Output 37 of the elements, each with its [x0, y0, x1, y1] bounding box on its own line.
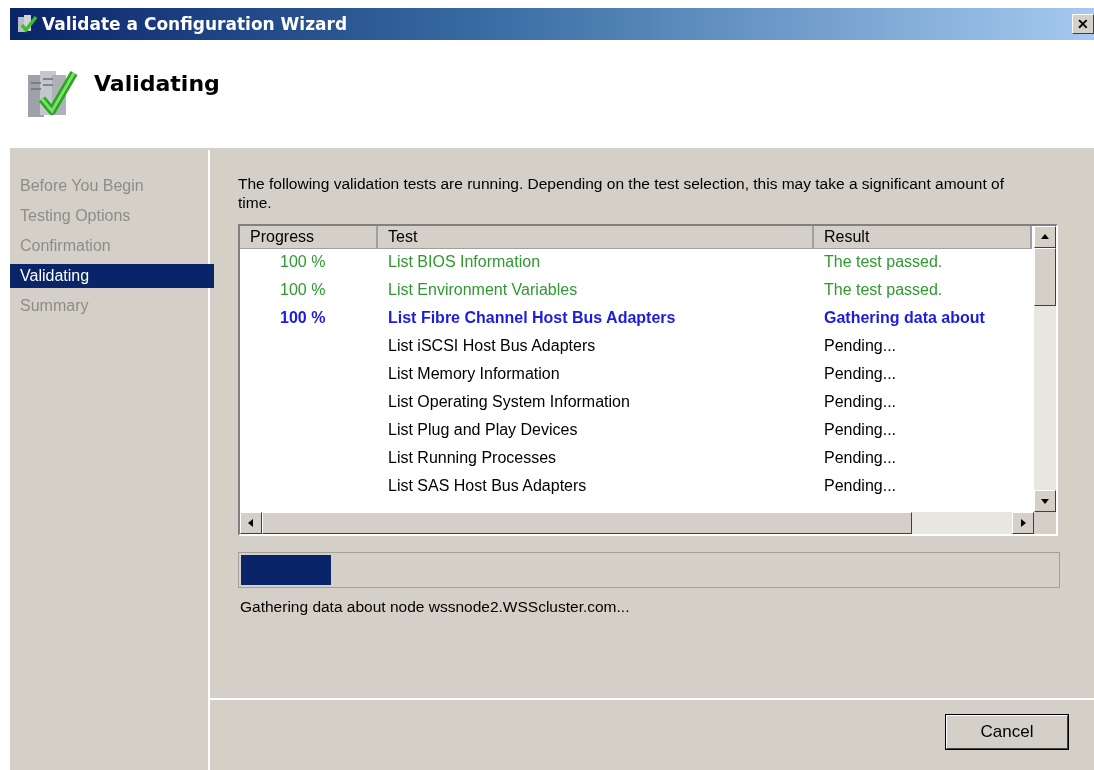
- test-cell-text: List Environment Variables: [387, 281, 579, 299]
- horizontal-scrollbar[interactable]: [240, 512, 1034, 534]
- result-cell-text: Pending...: [823, 393, 898, 411]
- test-cell-text: List Fibre Channel Host Bus Adapters: [387, 309, 677, 327]
- result-cell-text: Pending...: [823, 337, 898, 355]
- progress-cell-text: 100 %: [279, 253, 327, 271]
- result-cell-text: The test passed.: [823, 253, 944, 271]
- vertical-scrollbar[interactable]: [1034, 226, 1056, 512]
- column-header[interactable]: Result: [814, 226, 1032, 249]
- page-heading: Validating: [94, 70, 220, 96]
- status-text: Gathering data about node wssnode2.WSScluster.com...: [240, 598, 631, 616]
- scroll-thumb[interactable]: [1034, 248, 1056, 306]
- progress-cell-text: 100 %: [279, 281, 327, 299]
- test-cell-text: List Running Processes: [387, 449, 558, 467]
- result-cell-text: Gathering data about: [823, 309, 986, 327]
- column-header[interactable]: Test: [378, 226, 814, 249]
- test-cell-text: List iSCSI Host Bus Adapters: [387, 337, 597, 355]
- scrollbar-corner: [1034, 512, 1056, 534]
- sidebar-step[interactable]: Validating: [10, 264, 214, 288]
- close-button[interactable]: ✕: [1072, 14, 1094, 34]
- test-cell-text: List Plug and Play Devices: [387, 421, 579, 439]
- scroll-thumb[interactable]: [262, 512, 912, 534]
- result-cell-text: Pending...: [823, 449, 898, 467]
- servers-check-icon: [16, 13, 38, 35]
- result-cell-text: Pending...: [823, 477, 898, 495]
- result-cell-text: Pending...: [823, 421, 898, 439]
- progress-cell-text: 100 %: [279, 309, 327, 327]
- column-header[interactable]: Progress: [240, 226, 378, 249]
- window-title: Validate a Configuration Wizard: [42, 14, 348, 34]
- test-cell-text: List Memory Information: [387, 365, 561, 383]
- test-cell-text: List Operating System Information: [387, 393, 631, 411]
- test-cell-text: List SAS Host Bus Adapters: [387, 477, 588, 495]
- result-cell-text: Pending...: [823, 365, 898, 383]
- intro-text: The following validation tests are running. Depending on the test selection, this may take a significant amount of time.: [238, 174, 1005, 212]
- test-cell-text: List BIOS Information: [387, 253, 542, 271]
- result-cell-text: The test passed.: [823, 281, 944, 299]
- cancel-button[interactable]: Cancel: [946, 715, 1068, 749]
